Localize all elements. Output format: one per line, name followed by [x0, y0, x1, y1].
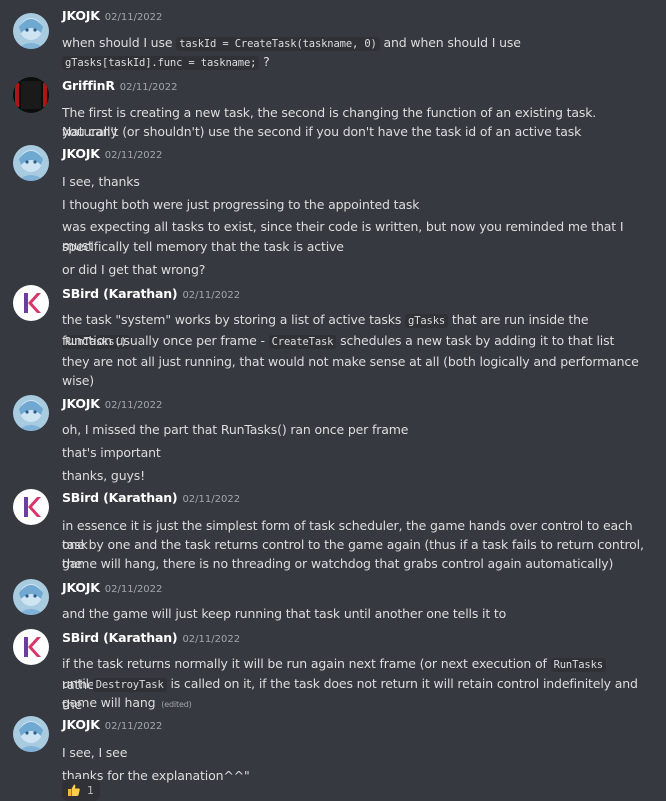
message-text: function usually once per frame - Create… — [62, 331, 646, 352]
username[interactable]: JKOJK — [62, 146, 100, 161]
anime-avatar[interactable] — [13, 716, 49, 752]
text-span: until — [62, 676, 93, 691]
message-text: specifically tell memory that the task i… — [62, 237, 646, 256]
message-header: JKOJK 02/11/2022 — [62, 396, 162, 412]
text-span: specifically tell memory that the task i… — [62, 239, 344, 254]
username[interactable]: JKOJK — [62, 8, 100, 23]
timestamp: 02/11/2022 — [119, 82, 178, 93]
anime-avatar[interactable] — [13, 13, 49, 49]
message-text: or did I get that wrong? — [62, 260, 646, 279]
timestamp: 02/11/2022 — [104, 721, 163, 732]
text-span: game will hang, there is no threading or… — [62, 556, 614, 571]
timestamp: 02/11/2022 — [104, 12, 163, 23]
text-span: I see, I see — [62, 745, 128, 760]
edited-label: (edited) — [161, 700, 192, 709]
text-span: schedules a new task by adding it to tha… — [336, 333, 615, 348]
anime-avatar[interactable] — [13, 145, 49, 181]
text-span: wise) — [62, 373, 95, 388]
text-span: and when should I use — [379, 35, 521, 50]
text-span: I see, thanks — [62, 174, 140, 189]
text-span: they are not all just running, that woul… — [62, 354, 639, 369]
message-text: you can't (or shouldn't) use the second … — [62, 122, 646, 141]
username[interactable]: JKOJK — [62, 396, 100, 411]
timestamp: 02/11/2022 — [182, 494, 241, 505]
timestamp: 02/11/2022 — [104, 584, 163, 595]
username[interactable]: SBird (Karathan) — [62, 490, 178, 505]
text-span: or did I get that wrong? — [62, 262, 206, 277]
message-header: JKOJK 02/11/2022 — [62, 8, 162, 24]
username[interactable]: JKOJK — [62, 580, 100, 595]
username[interactable]: SBird (Karathan) — [62, 630, 178, 645]
message-text: gTasks[taskId].func = taskname; ? — [62, 52, 646, 73]
message-header: JKOJK 02/11/2022 — [62, 580, 162, 596]
text-span: that are run inside the — [448, 312, 589, 327]
message-header: SBird (Karathan) 02/11/2022 — [62, 630, 240, 646]
inline-code: gTasks[taskId].func = taskname; — [62, 56, 260, 70]
text-span: thanks, guys! — [62, 468, 145, 483]
anime-avatar[interactable] — [13, 395, 49, 431]
k-logo-avatar[interactable] — [13, 489, 49, 525]
timestamp: 02/11/2022 — [182, 290, 241, 301]
text-span: game will hang — [62, 695, 160, 710]
username[interactable]: GriffinR — [62, 78, 115, 93]
text-span: the task "system" works by storing a lis… — [62, 312, 406, 327]
inline-code: RunTasks — [550, 658, 606, 672]
text-span: oh, I missed the part that RunTasks() ra… — [62, 422, 409, 437]
reaction-count: 1 — [87, 783, 94, 797]
message-text: thanks, guys! — [62, 466, 646, 485]
inline-code: taskId = CreateTask(taskname, 0) — [176, 37, 380, 51]
message-text: I see, I see — [62, 743, 646, 762]
inline-code: DestroyTask — [92, 678, 167, 692]
message-text: and the game will just keep running that… — [62, 604, 646, 623]
message-header: SBird (Karathan) 02/11/2022 — [62, 490, 240, 506]
red-black-avatar[interactable] — [13, 77, 49, 113]
message-text: thanks for the explanation^^" — [62, 766, 646, 785]
message-text: they are not all just running, that woul… — [62, 352, 646, 371]
message-text: game will hang, there is no threading or… — [62, 554, 646, 573]
timestamp: 02/11/2022 — [104, 400, 163, 411]
text-span: if the task returns normally it will be … — [62, 656, 551, 671]
message-text: I see, thanks — [62, 172, 646, 191]
text-span: function usually once per frame - — [62, 333, 269, 348]
message-text: wise) — [62, 371, 646, 390]
username[interactable]: SBird (Karathan) — [62, 286, 178, 301]
timestamp: 02/11/2022 — [182, 634, 241, 645]
k-logo-avatar[interactable] — [13, 629, 49, 665]
message-text: when should I use taskId = CreateTask(ta… — [62, 33, 646, 54]
message-text: oh, I missed the part that RunTasks() ra… — [62, 420, 646, 439]
inline-code: CreateTask — [268, 335, 337, 349]
thumbs-up-icon — [67, 783, 81, 797]
text-span: you can't (or shouldn't) use the second … — [62, 124, 582, 139]
message-header: SBird (Karathan) 02/11/2022 — [62, 286, 240, 302]
text-span: and the game will just keep running that… — [62, 606, 507, 621]
text-span: I thought both were just progressing to … — [62, 197, 420, 212]
timestamp: 02/11/2022 — [104, 150, 163, 161]
message-header: GriffinR 02/11/2022 — [62, 78, 177, 94]
message-text: that's important — [62, 443, 646, 462]
message-text: game will hang (edited) — [62, 693, 646, 714]
username[interactable]: JKOJK — [62, 717, 100, 732]
message-header: JKOJK 02/11/2022 — [62, 717, 162, 733]
message-text: I thought both were just progressing to … — [62, 195, 646, 214]
text-span: when should I use — [62, 35, 177, 50]
reaction-button[interactable]: 1 — [62, 779, 100, 801]
message-header: JKOJK 02/11/2022 — [62, 146, 162, 162]
text-span: that's important — [62, 445, 161, 460]
text-span: ? — [259, 54, 270, 69]
k-logo-avatar[interactable] — [13, 285, 49, 321]
anime-avatar[interactable] — [13, 579, 49, 615]
inline-code: gTasks — [405, 314, 449, 328]
